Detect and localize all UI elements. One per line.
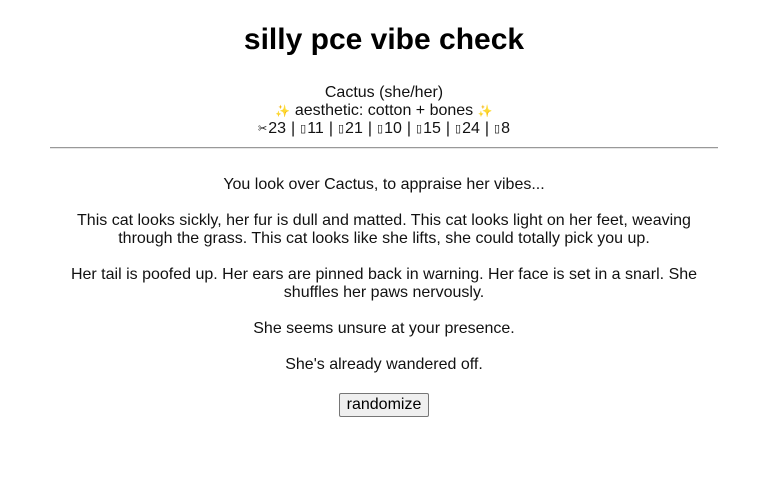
stat-value: 24	[462, 120, 480, 137]
stat-icon-6: ▯	[455, 123, 462, 135]
stat-value: 11	[307, 120, 324, 137]
stat-icon-5: ▯	[416, 123, 423, 135]
stat-icon-7: ▯	[494, 123, 501, 135]
stat-value: 23	[268, 120, 286, 137]
stat-value: 15	[423, 120, 441, 137]
stat-icon-4: ▯	[377, 123, 384, 135]
stat-item: ▯10	[377, 120, 402, 137]
stat-item: ▯15	[416, 120, 441, 137]
stat-item: ▯21	[338, 120, 363, 137]
stat-item: ✂23	[258, 120, 286, 137]
sparkle-left-icon: ✨	[275, 104, 291, 118]
stat-separator: |	[445, 120, 451, 137]
stat-separator: |	[291, 120, 296, 137]
randomize-button[interactable]: randomize	[338, 393, 430, 417]
stat-value: 21	[345, 120, 363, 137]
stat-separator: |	[367, 120, 372, 137]
divider	[50, 147, 718, 149]
button-row: randomize	[0, 393, 768, 417]
cat-aesthetic: ✨ aesthetic: cotton + bones ✨	[0, 102, 768, 120]
vibe-intro: You look over Cactus, to appraise her vi…	[223, 176, 545, 193]
cat-profile: Cactus (she/her) ✨ aesthetic: cotton + b…	[0, 84, 768, 138]
scissors-icon: ✂	[257, 123, 268, 135]
stat-separator: |	[406, 120, 412, 137]
cat-stats: ✂23 | ▯11 | ▯21 | ▯10 | ▯15 | ▯24 | ▯8	[0, 120, 768, 138]
vibe-leaving: She's already wandered off.	[285, 356, 483, 373]
stat-separator: |	[484, 120, 490, 137]
page: silly pce vibe check Cactus (she/her) ✨ …	[0, 0, 768, 480]
vibe-presence: She seems unsure at your presence.	[253, 320, 515, 337]
stat-value: 8	[501, 120, 511, 137]
stat-icon-2: ▯	[300, 123, 307, 135]
vibe-results: You look over Cactus, to appraise her vi…	[64, 176, 704, 374]
vibe-body-language: Her tail is poofed up. Her ears are pinn…	[70, 266, 698, 301]
cat-name: Cactus (she/her)	[324, 84, 444, 101]
stat-value: 10	[384, 120, 402, 137]
vibe-appearance: This cat looks sickly, her fur is dull a…	[77, 212, 691, 247]
stat-item: ▯8	[494, 120, 510, 137]
aesthetic-text: aesthetic: cotton + bones	[294, 102, 474, 119]
stat-item: ▯11	[300, 120, 324, 137]
stat-separator: |	[328, 120, 333, 137]
page-title: silly pce vibe check	[243, 23, 525, 56]
sparkle-right-icon: ✨	[477, 104, 493, 118]
stat-icon-3: ▯	[337, 123, 345, 135]
stat-item: ▯24	[455, 120, 480, 137]
